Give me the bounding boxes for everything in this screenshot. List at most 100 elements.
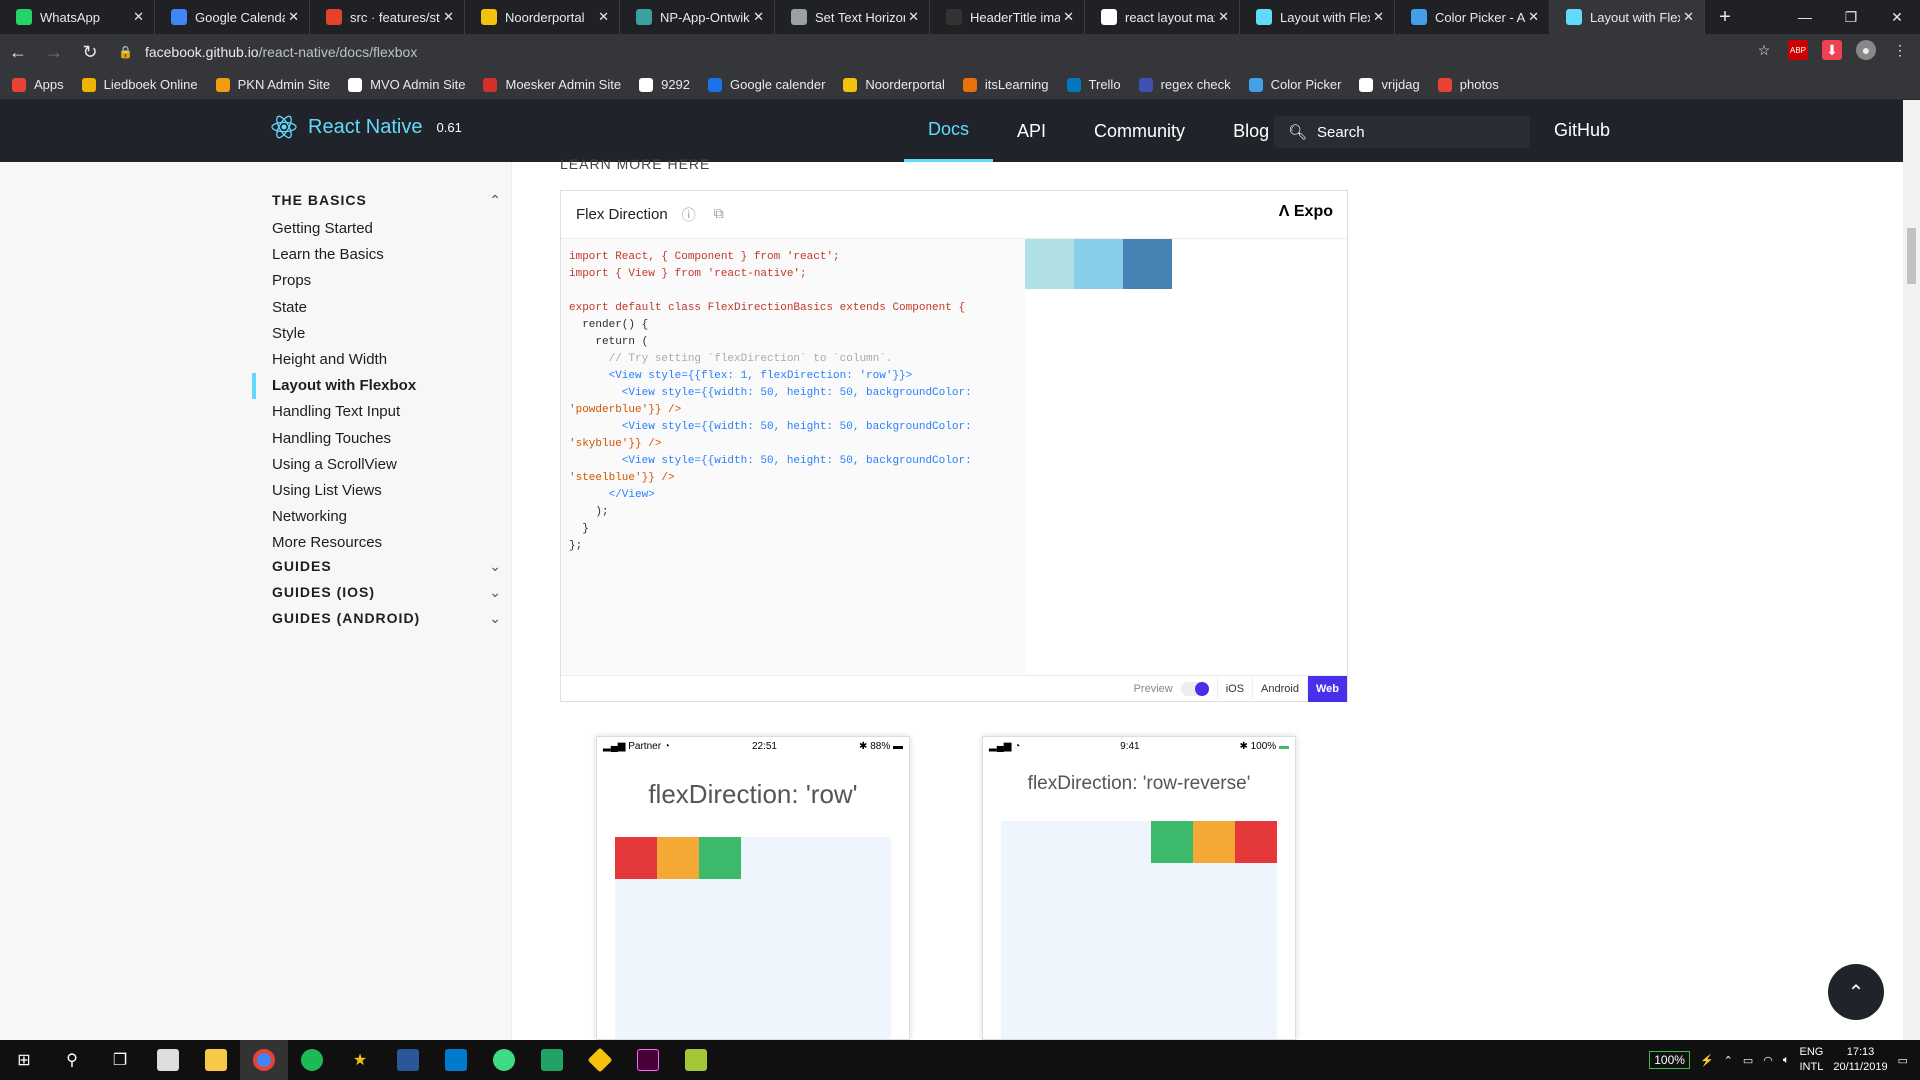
bookmark-item[interactable]: Trello (1066, 77, 1121, 92)
code-editor[interactable]: import React, { Component } from 'react'… (561, 239, 1025, 675)
minimize-icon[interactable]: — (1782, 0, 1828, 34)
version-label[interactable]: 0.61 (437, 120, 462, 135)
search-input[interactable]: 🔍︎ Search (1274, 116, 1530, 148)
sidebar-item[interactable]: Style (272, 325, 305, 342)
adblock-icon[interactable]: ABP (1788, 40, 1808, 60)
sidebar-item[interactable]: Networking (272, 508, 347, 525)
bookmark-item[interactable]: regex check (1138, 77, 1231, 92)
sidebar-section[interactable]: GUIDES ⌄ (272, 558, 502, 575)
menu-dots-icon[interactable]: ⋮ (1890, 40, 1910, 60)
tab-close-icon[interactable]: ✕ (1683, 9, 1694, 25)
preview-toggle[interactable] (1180, 681, 1209, 696)
sidebar-item[interactable]: Props (272, 272, 311, 289)
bookmark-item[interactable]: photos (1437, 77, 1499, 92)
platform-android-button[interactable]: Android (1252, 675, 1307, 702)
battery-icon[interactable]: ▭ (1743, 1054, 1753, 1067)
task-view-icon[interactable]: ❐ (96, 1040, 144, 1080)
sidebar-section[interactable]: GUIDES (IOS) ⌄ (272, 584, 502, 601)
wifi-icon[interactable]: ◠ (1763, 1054, 1773, 1067)
bookmark-item[interactable]: PKN Admin Site (215, 77, 330, 92)
browser-tab[interactable]: HeaderTitle imag ✕ (930, 0, 1085, 34)
platform-web-button[interactable]: Web (1306, 675, 1347, 702)
browser-tab[interactable]: NP-App-Ontwikk ✕ (620, 0, 775, 34)
sidebar-item[interactable]: Layout with Flexbox (272, 377, 416, 394)
bookmark-item[interactable]: Moesker Admin Site (483, 77, 621, 92)
browser-tab[interactable]: WhatsApp ✕ (0, 0, 155, 34)
reload-icon[interactable]: ↻ (72, 42, 108, 63)
restore-icon[interactable]: ❐ (1828, 0, 1874, 34)
nav-docs[interactable]: Docs (904, 100, 994, 162)
sidebar-item[interactable]: Using List Views (272, 482, 382, 499)
sidebar-item[interactable]: Height and Width (272, 351, 387, 368)
sourcetree-icon[interactable] (576, 1040, 624, 1080)
chrome-icon[interactable] (240, 1040, 288, 1080)
scroll-to-top-button[interactable]: ⌃ (1828, 964, 1884, 1020)
browser-tab[interactable]: Set Text Horizon ✕ (775, 0, 930, 34)
battery-percentage[interactable]: 100% (1649, 1051, 1690, 1069)
browser-tab[interactable]: Noorderportal ✕ (465, 0, 620, 34)
numbers-app-icon[interactable] (528, 1040, 576, 1080)
expo-button[interactable]: Λ Expo (1279, 203, 1333, 221)
speaker-icon[interactable]: 🔈︎ (1783, 1054, 1790, 1067)
browser-tab[interactable]: react layout max ✕ (1085, 0, 1240, 34)
bookmark-item[interactable]: Noorderportal (843, 77, 945, 92)
sidebar-item[interactable]: Getting Started (272, 220, 373, 237)
page-scrollbar[interactable] (1903, 100, 1920, 1040)
nav-api[interactable]: API (993, 100, 1070, 162)
bookmark-item[interactable]: Google calender (708, 77, 825, 92)
browser-tab[interactable]: Color Picker - Al ✕ (1395, 0, 1550, 34)
open-external-icon[interactable]: ⧉ (714, 205, 724, 225)
tab-close-icon[interactable]: ✕ (1373, 9, 1384, 25)
platform-ios-button[interactable]: iOS (1216, 675, 1252, 702)
chevron-up-icon[interactable]: ⌃ (1724, 1054, 1733, 1067)
vscode-icon[interactable] (432, 1040, 480, 1080)
word-icon[interactable] (384, 1040, 432, 1080)
mail-icon[interactable] (144, 1040, 192, 1080)
scrollbar-thumb[interactable] (1907, 228, 1916, 284)
sidebar-item[interactable]: Using a ScrollView (272, 456, 397, 473)
bookmark-item[interactable]: 9292 (639, 77, 690, 92)
github-link[interactable]: GitHub (1554, 120, 1610, 141)
browser-tab[interactable]: Google Calendar ✕ (155, 0, 310, 34)
tab-close-icon[interactable]: ✕ (1528, 9, 1539, 25)
adobe-xd-icon[interactable] (624, 1040, 672, 1080)
browser-tab[interactable]: src · features/sty ✕ (310, 0, 465, 34)
windows-start-icon[interactable]: ⊞ (0, 1040, 48, 1080)
close-window-icon[interactable]: ✕ (1874, 0, 1920, 34)
forward-icon[interactable]: → (36, 42, 72, 63)
bookmark-item[interactable]: vrijdag (1359, 77, 1420, 92)
tab-close-icon[interactable]: ✕ (443, 9, 454, 25)
notifications-icon[interactable]: ▭ (1898, 1054, 1908, 1067)
tab-close-icon[interactable]: ✕ (133, 9, 144, 25)
tab-close-icon[interactable]: ✕ (753, 9, 764, 25)
section-the-basics[interactable]: THE BASICS ⌃ (272, 192, 502, 209)
sidebar-item[interactable]: More Resources (272, 534, 382, 551)
sidebar-item[interactable]: Handling Touches (272, 430, 391, 447)
sidebar-section[interactable]: GUIDES (ANDROID) ⌄ (272, 610, 502, 627)
file-explorer-icon[interactable] (192, 1040, 240, 1080)
bookmark-star-icon[interactable]: ☆ (1754, 40, 1774, 60)
tab-close-icon[interactable]: ✕ (1218, 9, 1229, 25)
spotify-icon[interactable] (288, 1040, 336, 1080)
sidebar-item[interactable]: Handling Text Input (272, 403, 400, 420)
bookmark-item[interactable]: Apps (12, 77, 64, 92)
android-studio-icon[interactable] (480, 1040, 528, 1080)
starred-app-icon[interactable]: ★ (336, 1040, 384, 1080)
tab-close-icon[interactable]: ✕ (908, 9, 919, 25)
tab-close-icon[interactable]: ✕ (288, 9, 299, 25)
bookmark-item[interactable]: itsLearning (962, 77, 1049, 92)
site-logo[interactable]: React Native 0.61 (270, 114, 462, 140)
profile-avatar-icon[interactable]: ● (1856, 40, 1876, 60)
new-tab-button[interactable]: + (1705, 0, 1745, 34)
bookmark-item[interactable]: Liedboek Online (81, 77, 198, 92)
info-icon[interactable]: ⓘ (682, 205, 696, 225)
bookmark-item[interactable]: MVO Admin Site (348, 77, 465, 92)
clock[interactable]: 17:13 20/11/2019 (1833, 1045, 1887, 1075)
pocket-icon[interactable]: ⬇ (1822, 40, 1842, 60)
nav-community[interactable]: Community (1070, 100, 1209, 162)
bookmark-item[interactable]: Color Picker (1248, 77, 1341, 92)
language-indicator[interactable]: ENG INTL (1800, 1045, 1824, 1075)
address-bar[interactable]: 🔒 facebook.github.io /react-native/docs/… (118, 38, 1758, 66)
back-icon[interactable]: ← (0, 42, 36, 63)
tab-close-icon[interactable]: ✕ (598, 9, 609, 25)
